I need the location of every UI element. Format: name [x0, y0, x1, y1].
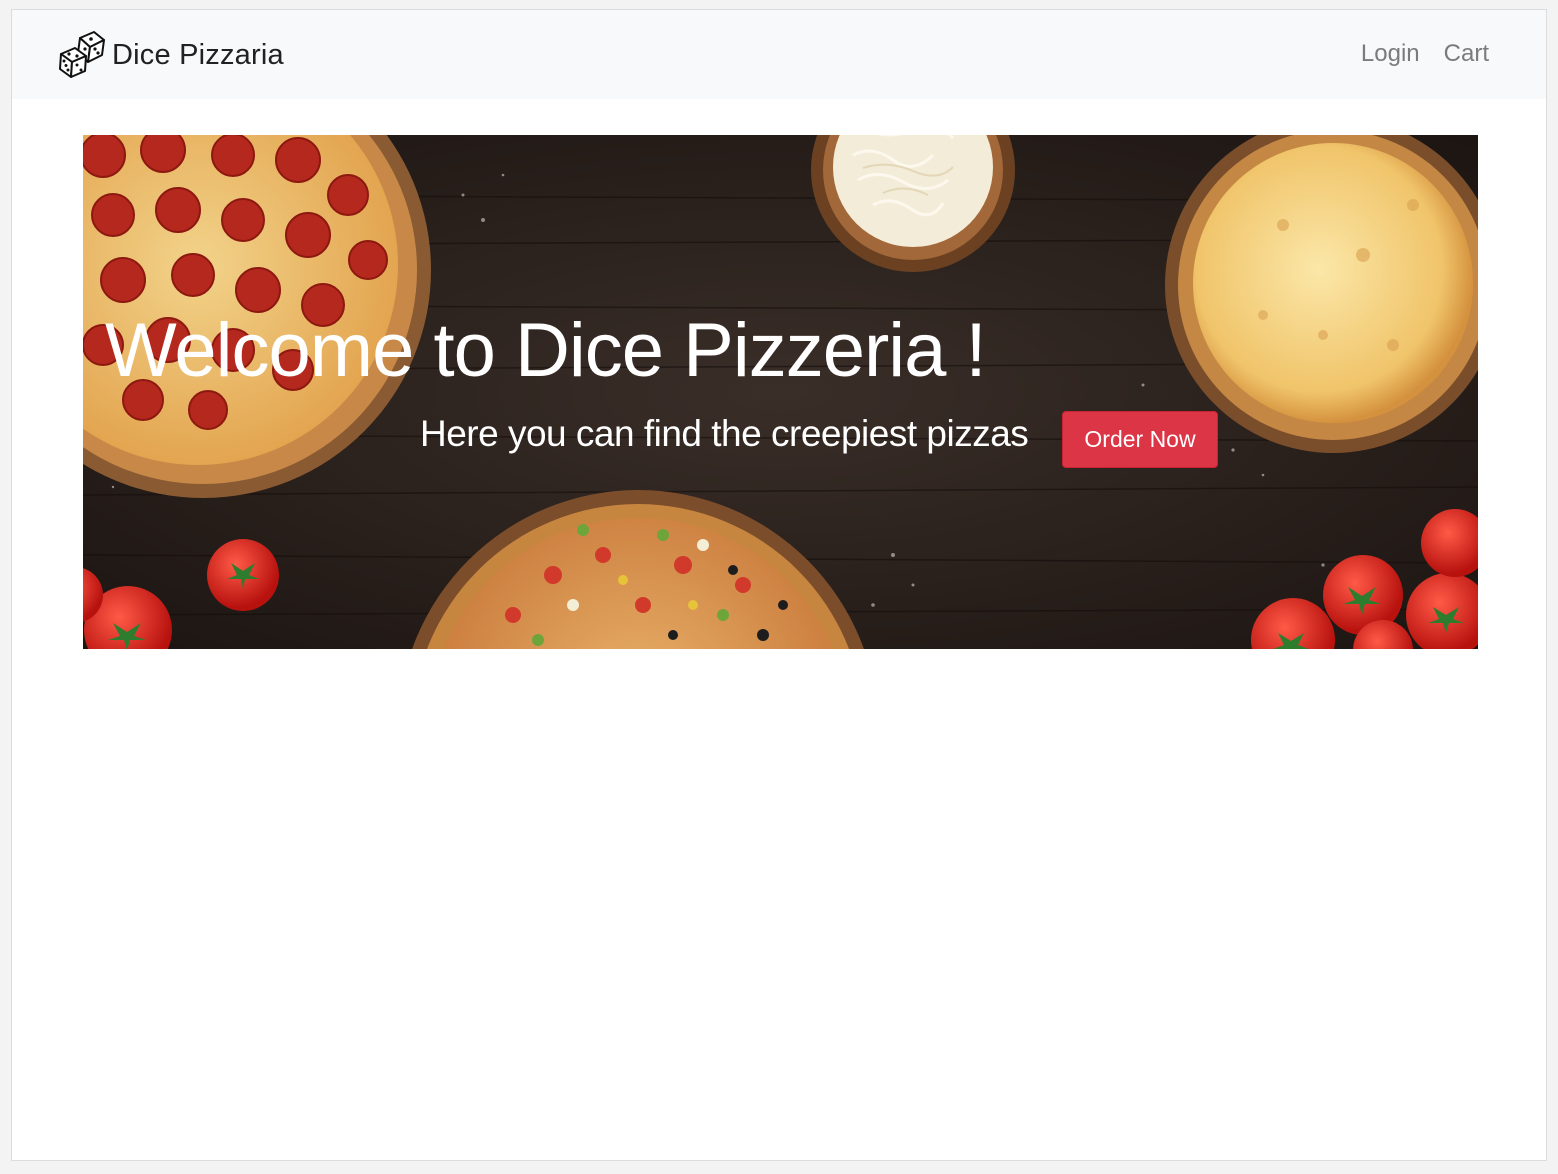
browser-viewport: Dice Pizzaria Login Cart Welcome to Dice… [11, 9, 1547, 1161]
brand-link[interactable]: Dice Pizzaria [58, 30, 284, 80]
hero-title: Welcome to Dice Pizzeria ! [105, 308, 987, 393]
nav-login-link[interactable]: Login [1361, 40, 1420, 68]
nav-cart-link[interactable]: Cart [1444, 40, 1489, 68]
brand-name: Dice Pizzaria [112, 38, 284, 71]
hero-subtitle: Here you can find the creepiest pizzas [420, 413, 1029, 454]
hero-banner: Welcome to Dice Pizzeria ! Here you can … [83, 135, 1478, 649]
dice-icon [59, 31, 105, 78]
nav-links: Login Cart [1361, 40, 1489, 68]
order-now-button[interactable]: Order Now [1062, 411, 1218, 468]
navbar: Dice Pizzaria Login Cart [12, 10, 1546, 99]
